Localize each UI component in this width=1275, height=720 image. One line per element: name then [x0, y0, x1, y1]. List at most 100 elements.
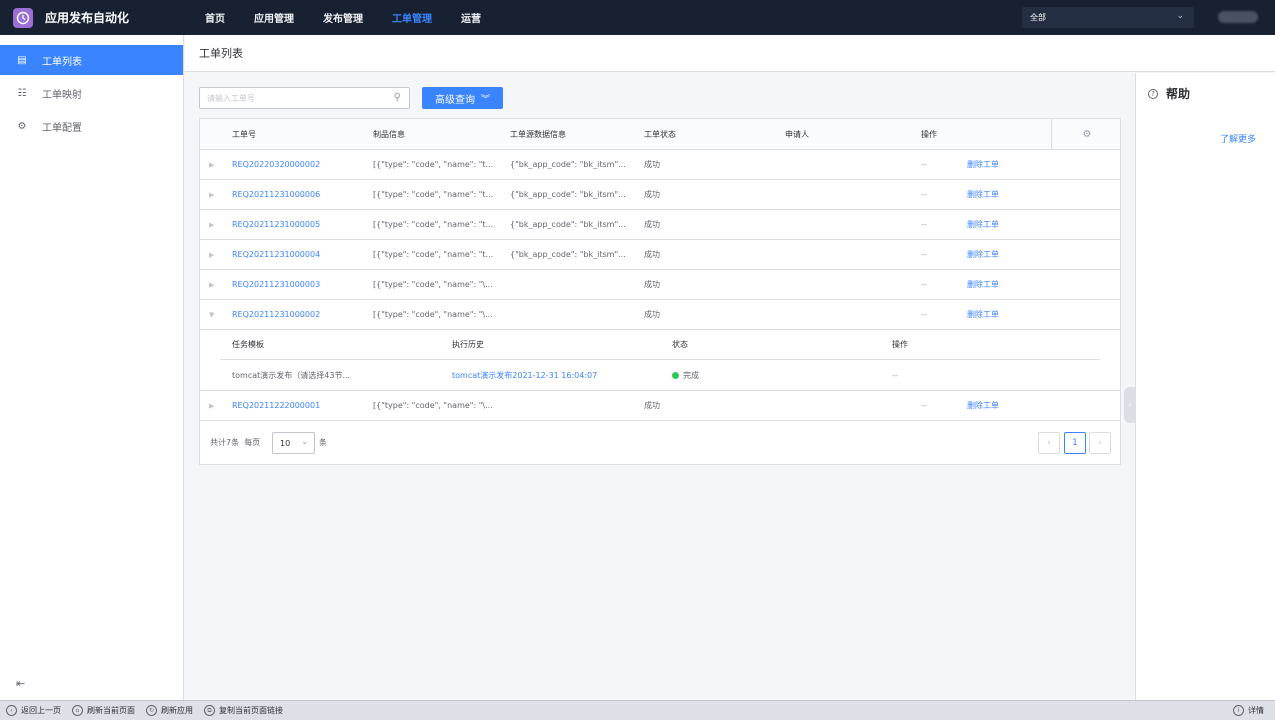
back-button[interactable]: ‹ 返回上一页	[6, 705, 61, 716]
subtable-header: 任务模板 执行历史 状态 操作	[220, 330, 1100, 360]
sidebar-item-ticket-config[interactable]: ⚙ 工单配置	[0, 111, 183, 141]
back-label: 返回上一页	[21, 706, 61, 715]
nav-item-operations[interactable]: 运营	[461, 10, 481, 25]
help-panel: ? 帮助 了解更多	[1135, 73, 1275, 700]
expand-row-icon[interactable]: ▶	[209, 191, 219, 199]
ticket-number-link[interactable]: REQ20211231000006	[232, 190, 362, 199]
expand-row-icon[interactable]: ▶	[209, 251, 219, 259]
ticket-search-field[interactable]: ⚲	[199, 87, 410, 109]
expand-row-icon[interactable]: ▶	[209, 281, 219, 289]
ops-placeholder: --	[921, 220, 927, 229]
delete-ticket-button[interactable]: 删除工单	[967, 249, 1027, 260]
product-info: [{"type": "code", "name": "t...	[373, 160, 494, 169]
collapse-row-icon[interactable]: ▼	[209, 311, 219, 319]
product-info: [{"type": "code", "name": "\...	[373, 280, 493, 289]
gear-icon: ⚙	[17, 120, 27, 132]
task-status-label: 完成	[683, 370, 699, 380]
exec-history-link[interactable]: tomcat演示发布2021-12-31 16:04:07	[452, 370, 597, 381]
ticket-number-link[interactable]: REQ20211231000005	[232, 220, 362, 229]
delete-ticket-button[interactable]: 删除工单	[967, 159, 1027, 170]
per-page-select[interactable]: 10 ⌄	[272, 432, 315, 454]
ticket-number-link[interactable]: REQ20211231000004	[232, 250, 362, 259]
table-row: ▶ REQ20220320000002 [{"type": "code", "n…	[200, 150, 1120, 180]
total-suffix: 条	[231, 438, 240, 447]
info-icon: i	[1233, 705, 1244, 716]
chevron-down-icon: ⌄	[301, 437, 308, 446]
next-page-button[interactable]: ›	[1089, 432, 1111, 454]
delete-ticket-button[interactable]: 删除工单	[967, 189, 1027, 200]
ticket-number-link[interactable]: REQ20220320000002	[232, 160, 362, 169]
per-page-label: 每页	[244, 438, 261, 447]
product-info: [{"type": "code", "name": "t...	[373, 190, 494, 199]
expand-row-icon[interactable]: ▶	[209, 221, 219, 229]
nav-item-ticket-management[interactable]: 工单管理	[392, 10, 432, 25]
table-row: ▶ REQ20211222000001 [{"type": "code", "n…	[200, 391, 1120, 421]
user-avatar[interactable]	[1218, 11, 1258, 23]
nav-item-home[interactable]: 首页	[205, 10, 225, 25]
total-prefix: 共计	[210, 438, 226, 447]
ticket-status: 成功	[644, 310, 660, 319]
delete-ticket-button[interactable]: 删除工单	[967, 219, 1027, 230]
column-header-source: 工单源数据信息	[510, 129, 566, 139]
column-header-exec-history: 执行历史	[452, 340, 484, 349]
task-template: tomcat演示发布（请选择43节...	[232, 370, 351, 380]
column-header-ticket-no: 工单号	[232, 129, 256, 139]
sidebar-item-label: 工单配置	[42, 122, 82, 134]
column-header-applicant: 申请人	[785, 129, 809, 139]
refresh-app-label: 刷新应用	[161, 706, 193, 715]
delete-ticket-button[interactable]: 删除工单	[967, 309, 1027, 320]
question-icon: ?	[1148, 88, 1158, 99]
main-nav: 首页 应用管理 发布管理 工单管理 运营	[205, 10, 510, 25]
copy-link-button[interactable]: ⧉ 复制当前页面链接	[204, 705, 283, 716]
copy-link-icon: ⧉	[204, 705, 215, 716]
prev-page-button[interactable]: ‹	[1038, 432, 1060, 454]
details-button[interactable]: i 详情	[1233, 705, 1264, 716]
search-input[interactable]	[207, 93, 387, 103]
column-header-ops: 操作	[921, 129, 937, 139]
sidebar-item-ticket-list[interactable]: ▤ 工单列表	[0, 45, 183, 75]
business-select-value: 全部	[1030, 13, 1046, 22]
collapse-sidebar-icon[interactable]: ⇤	[16, 677, 25, 690]
table-header: 工单号 制品信息 工单源数据信息 工单状态 申请人 操作 ⚙	[200, 119, 1120, 150]
product-info: [{"type": "code", "name": "t...	[373, 220, 494, 229]
product-info: [{"type": "code", "name": "\...	[373, 310, 493, 319]
main-content: ⚲ 高级查询 ︾ 工单号 制品信息 工单源数据信息 工单状态 申请人 操作 ⚙ …	[185, 73, 1135, 700]
product-info: [{"type": "code", "name": "t...	[373, 250, 494, 259]
bottom-toolbar: ‹ 返回上一页 ▫ 刷新当前页面 ↻ 刷新应用 ⧉ 复制当前页面链接 i 详情	[0, 700, 1275, 720]
delete-ticket-button[interactable]: 删除工单	[967, 400, 1027, 411]
page-1-button[interactable]: 1	[1064, 432, 1086, 454]
sidebar-item-ticket-mapping[interactable]: ☷ 工单映射	[0, 78, 183, 108]
refresh-app-button[interactable]: ↻ 刷新应用	[146, 705, 193, 716]
ops-placeholder: --	[921, 160, 927, 169]
double-chevron-down-icon: ︾	[480, 94, 490, 105]
clock-icon[interactable]	[13, 7, 33, 28]
ticket-status: 成功	[644, 190, 660, 199]
ticket-number-link[interactable]: REQ20211222000001	[232, 401, 362, 410]
ops-placeholder: --	[921, 250, 927, 259]
app-title[interactable]: 应用发布自动化	[45, 9, 195, 26]
nav-item-release-management[interactable]: 发布管理	[323, 10, 363, 25]
search-icon[interactable]: ⚲	[394, 92, 401, 103]
delete-ticket-button[interactable]: 删除工单	[967, 279, 1027, 290]
ticket-status: 成功	[644, 401, 660, 410]
ticket-status: 成功	[644, 220, 660, 229]
expand-row-icon[interactable]: ▶	[209, 402, 219, 410]
learn-more-link[interactable]: 了解更多	[1220, 132, 1256, 145]
table-settings-icon[interactable]: ⚙	[1051, 119, 1122, 150]
refresh-page-button[interactable]: ▫ 刷新当前页面	[72, 705, 135, 716]
refresh-page-label: 刷新当前页面	[87, 706, 135, 715]
business-select[interactable]: 全部 ⌄	[1022, 7, 1194, 28]
table-row: ▶ REQ20211231000003 [{"type": "code", "n…	[200, 270, 1120, 300]
source-info: {"bk_app_code": "bk_itsm"...	[510, 250, 626, 259]
advanced-search-button[interactable]: 高级查询 ︾	[422, 87, 503, 109]
chevron-down-icon: ⌄	[1176, 11, 1184, 21]
ticket-number-link[interactable]: REQ20211231000002	[232, 310, 362, 319]
page-title: 工单列表	[185, 35, 1275, 72]
table-row: ▶ REQ20211231000005 [{"type": "code", "n…	[200, 210, 1120, 240]
sidebar-item-label: 工单列表	[42, 56, 82, 68]
nav-item-app-management[interactable]: 应用管理	[254, 10, 294, 25]
expand-row-icon[interactable]: ▶	[209, 161, 219, 169]
ticket-number-link[interactable]: REQ20211231000003	[232, 280, 362, 289]
ticket-table: 工单号 制品信息 工单源数据信息 工单状态 申请人 操作 ⚙ ▶ REQ2022…	[199, 118, 1121, 465]
source-info: {"bk_app_code": "bk_itsm"...	[510, 190, 626, 199]
